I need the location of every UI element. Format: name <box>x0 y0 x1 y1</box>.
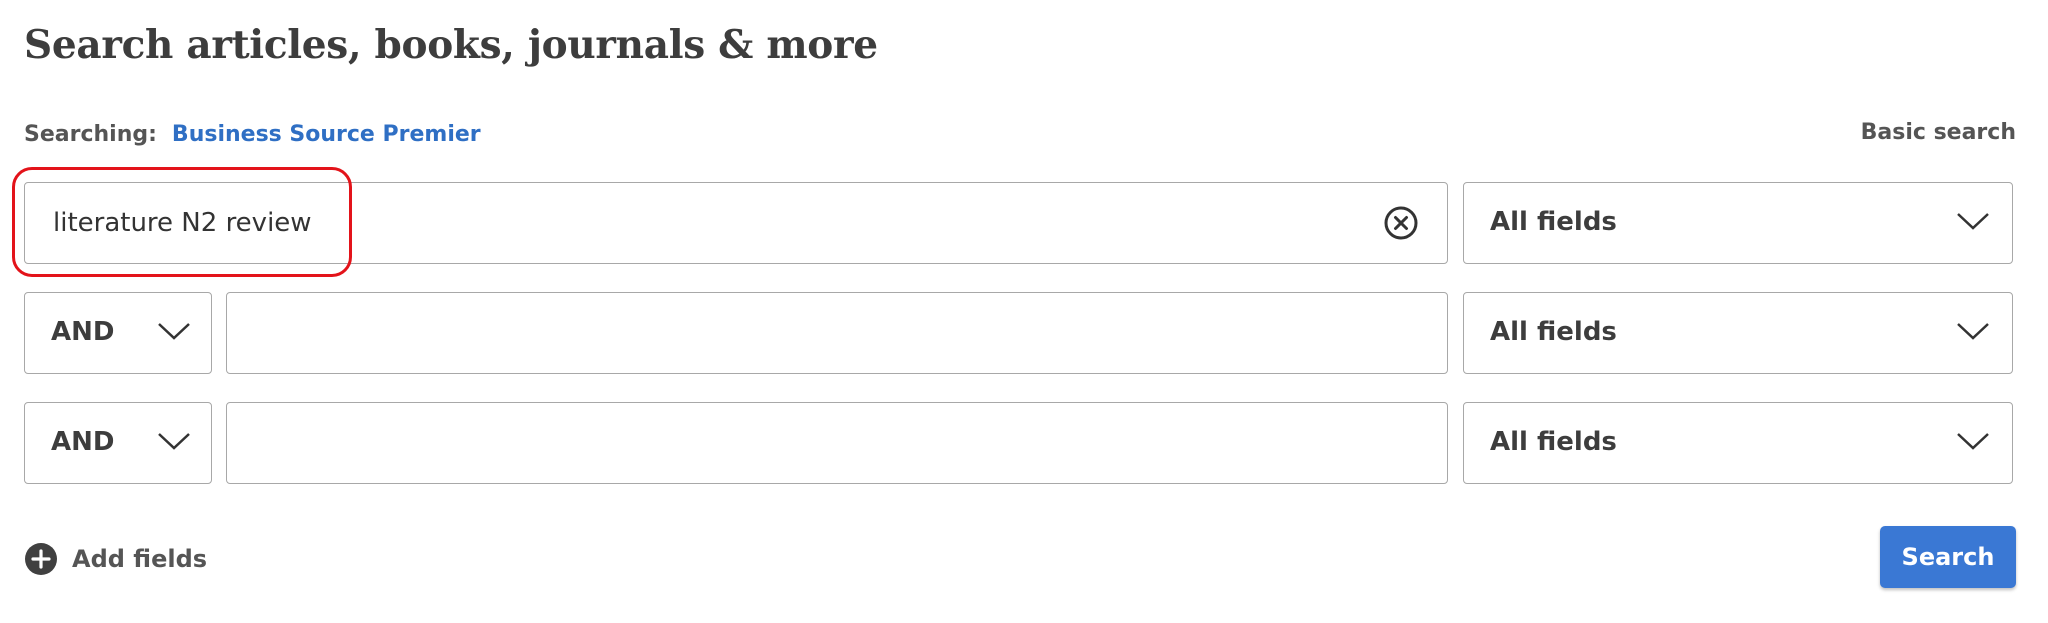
plus-circle-icon <box>25 543 57 575</box>
chevron-down-icon <box>1957 323 1989 340</box>
operator-select-label-2: AND <box>51 317 115 347</box>
field-select-2[interactable]: All fields <box>1463 292 2013 374</box>
field-select-label-2: All fields <box>1490 317 1617 347</box>
search-scope: Searching: Business Source Premier <box>24 122 481 147</box>
field-select-label-1: All fields <box>1490 207 1617 237</box>
search-term-input-2[interactable] <box>229 295 1445 371</box>
chevron-down-icon <box>158 433 190 450</box>
database-link[interactable]: Business Source Premier <box>172 122 481 147</box>
operator-select-label-3: AND <box>51 427 115 457</box>
search-term-input-1[interactable] <box>27 185 1367 261</box>
search-term-box-2 <box>226 292 1448 374</box>
field-select-label-3: All fields <box>1490 427 1617 457</box>
chevron-down-icon <box>1957 213 1989 230</box>
clear-icon[interactable] <box>1383 205 1419 241</box>
search-term-input-3[interactable] <box>229 405 1445 481</box>
chevron-down-icon <box>158 323 190 340</box>
search-term-box-1 <box>24 182 1448 264</box>
operator-select-3[interactable]: AND <box>24 402 212 484</box>
search-term-box-3 <box>226 402 1448 484</box>
page-title: Search articles, books, journals & more <box>24 22 878 68</box>
search-scope-label: Searching: <box>24 122 157 147</box>
basic-search-link[interactable]: Basic search <box>1861 120 2016 145</box>
search-button[interactable]: Search <box>1880 526 2016 588</box>
chevron-down-icon <box>1957 433 1989 450</box>
add-fields-button[interactable]: Add fields <box>24 542 207 576</box>
operator-select-2[interactable]: AND <box>24 292 212 374</box>
add-fields-label: Add fields <box>72 545 208 573</box>
field-select-3[interactable]: All fields <box>1463 402 2013 484</box>
field-select-1[interactable]: All fields <box>1463 182 2013 264</box>
